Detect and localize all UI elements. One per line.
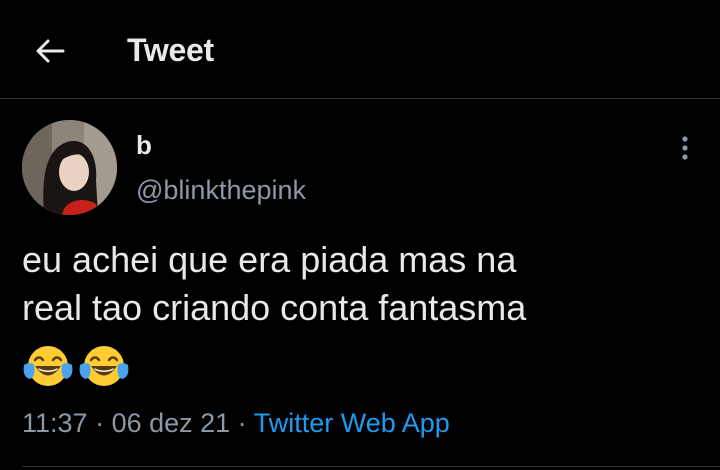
profile-photo: [22, 120, 117, 215]
tweet-meta: 11:37 · 06 dez 21 · Twitter Web App: [22, 408, 450, 439]
tweet-text: eu achei que era piada mas na real tao c…: [22, 236, 702, 332]
top-bar: Tweet: [0, 0, 720, 99]
more-vertical-icon: [682, 136, 688, 160]
display-name[interactable]: b: [136, 130, 152, 161]
divider: [22, 466, 720, 467]
face-with-tears-of-joy-icon: [79, 346, 129, 386]
tweet-date[interactable]: 06 dez 21: [112, 408, 231, 438]
face-with-tears-of-joy-icon: [23, 346, 73, 386]
tweet-text-line: real tao criando conta fantasma: [22, 287, 527, 328]
avatar[interactable]: [22, 120, 117, 215]
tweet-time[interactable]: 11:37: [22, 408, 88, 438]
arrow-left-icon: [36, 39, 65, 63]
meta-separator: ·: [87, 408, 112, 438]
more-options-button[interactable]: [670, 133, 700, 163]
user-handle[interactable]: @blinkthepink: [136, 175, 306, 206]
page-title: Tweet: [127, 32, 214, 68]
meta-separator: ·: [230, 408, 254, 438]
emoji-row: [22, 343, 130, 389]
tweet-source-link[interactable]: Twitter Web App: [254, 408, 450, 438]
back-button[interactable]: [22, 28, 78, 74]
tweet-text-line: eu achei que era piada mas na: [22, 239, 517, 280]
